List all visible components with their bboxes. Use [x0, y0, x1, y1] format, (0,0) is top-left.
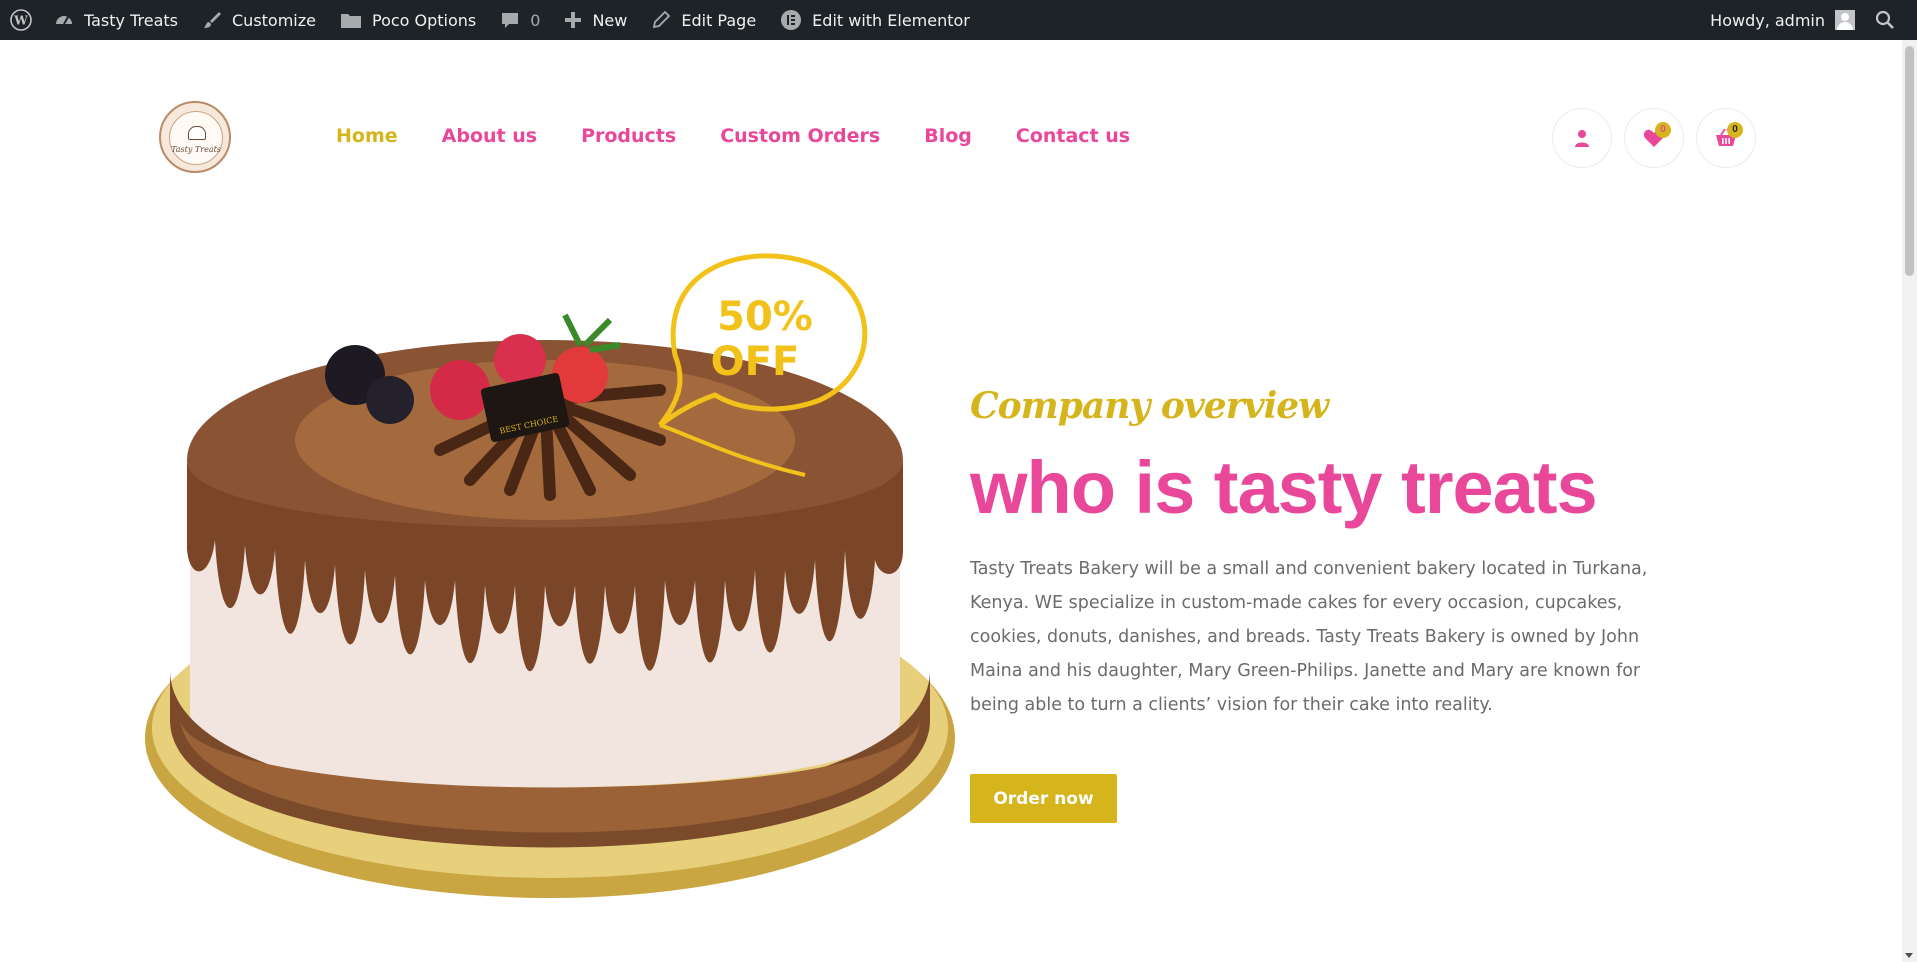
- paintbrush-icon: [204, 12, 221, 28]
- svg-text:W: W: [13, 14, 28, 28]
- poco-options-menu[interactable]: Poco Options: [328, 0, 488, 40]
- nav-item-about-us[interactable]: About us: [442, 125, 537, 147]
- admin-search[interactable]: [1867, 0, 1917, 40]
- folder-icon: [340, 14, 361, 28]
- section-subtitle: Company overview: [970, 385, 1329, 427]
- cart-button[interactable]: 0: [1696, 108, 1756, 168]
- discount-line-2: OFF: [711, 339, 800, 385]
- my-account-menu[interactable]: Howdy, admin: [1698, 0, 1867, 40]
- scroll-down-arrow-icon[interactable]: [1905, 953, 1913, 958]
- comments-count: 0: [530, 10, 541, 30]
- site-name-menu[interactable]: Tasty Treats: [42, 0, 190, 40]
- site-logo[interactable]: Tasty Treats: [159, 101, 231, 173]
- nav-item-custom-orders[interactable]: Custom Orders: [720, 125, 880, 147]
- logo-text: Tasty Treats: [171, 145, 221, 154]
- edit-elementor-label: Edit with Elementor: [812, 10, 970, 30]
- avatar-icon: [1835, 10, 1855, 30]
- logo-inner-ring: Tasty Treats: [169, 111, 223, 165]
- edit-page-label: Edit Page: [681, 10, 757, 30]
- search-icon: [1875, 10, 1894, 29]
- edit-elementor-menu[interactable]: Edit with Elementor: [768, 0, 982, 40]
- comments-menu[interactable]: 0: [488, 0, 552, 40]
- new-content-menu[interactable]: New: [552, 0, 639, 40]
- poco-options-label: Poco Options: [371, 10, 477, 30]
- pencil-icon: [653, 10, 671, 29]
- cart-count-badge: 0: [1727, 122, 1743, 138]
- nav-item-home[interactable]: Home: [336, 125, 398, 147]
- customize-menu[interactable]: Customize: [190, 0, 328, 40]
- order-now-button[interactable]: Order now: [970, 774, 1117, 823]
- new-label: New: [592, 10, 628, 30]
- dashboard-icon: [56, 16, 72, 25]
- section-description: Tasty Treats Bakery will be a small and …: [970, 559, 1648, 715]
- account-button[interactable]: [1552, 108, 1612, 168]
- scrollbar-thumb[interactable]: [1905, 46, 1914, 276]
- plus-icon: [565, 12, 582, 28]
- comment-icon: [502, 13, 519, 28]
- nav-item-products[interactable]: Products: [581, 125, 676, 147]
- wordpress-logo-icon: W: [10, 9, 32, 31]
- header-actions: 0 0: [1552, 108, 1756, 168]
- customize-label: Customize: [232, 10, 316, 30]
- cake-image: BEST CHOICE 50% OFF: [145, 253, 955, 898]
- wordpress-menu[interactable]: W: [0, 0, 42, 40]
- wp-admin-bar: W Tasty Treats Customize Poco Options 0: [0, 0, 1917, 40]
- nav-item-blog[interactable]: Blog: [924, 125, 972, 147]
- elementor-icon: [781, 10, 802, 30]
- edit-page-menu[interactable]: Edit Page: [639, 0, 768, 40]
- main-navigation: Home About us Products Custom Orders Blo…: [336, 125, 1174, 147]
- page-scrollbar[interactable]: [1902, 40, 1917, 962]
- user-icon: [1575, 130, 1589, 147]
- howdy-label: Howdy, admin: [1710, 10, 1825, 30]
- nav-item-contact-us[interactable]: Contact us: [1016, 125, 1130, 147]
- wishlist-button[interactable]: 0: [1624, 108, 1684, 168]
- wishlist-count-badge: 0: [1655, 122, 1671, 138]
- discount-line-1: 50%: [717, 294, 813, 340]
- chef-hat-icon: [188, 126, 206, 140]
- site-name-label: Tasty Treats: [84, 10, 178, 30]
- section-title: who is tasty treats: [970, 446, 1598, 529]
